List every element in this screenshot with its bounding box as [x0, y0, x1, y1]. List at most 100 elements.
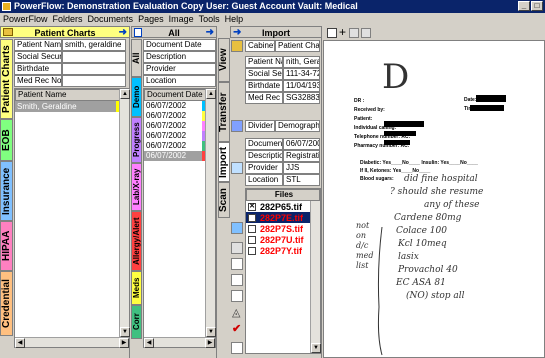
patient-list-scrollbar[interactable]: ▲ ▼: [119, 89, 130, 337]
tab-lab-xray[interactable]: Lab/X-ray: [131, 163, 142, 211]
document-list-scrollbar[interactable]: ▲ ▼: [205, 89, 216, 337]
menu-folders[interactable]: Folders: [53, 13, 83, 26]
patient-name-input[interactable]: smith, geraldine: [62, 39, 126, 51]
provider-field[interactable]: Provider: [143, 63, 216, 75]
scroll-down-icon[interactable]: ▼: [311, 343, 321, 353]
import-patient-name[interactable]: nith, Geraldine: [283, 56, 320, 68]
import-provider[interactable]: JJS: [283, 162, 320, 174]
form-text: DR : Received by: Patient: Individual ca…: [354, 97, 534, 151]
tab-hipaa[interactable]: HIPAA: [0, 221, 13, 271]
refresh-icon[interactable]: [231, 242, 243, 254]
check-icon[interactable]: ✔: [232, 322, 241, 335]
tab-view[interactable]: View: [218, 38, 230, 82]
tab-label: Demo: [132, 85, 141, 109]
file-checkbox[interactable]: [248, 224, 256, 233]
divider-field[interactable]: Demographics: [275, 120, 320, 132]
delete-icon[interactable]: [231, 342, 243, 354]
scroll-right-icon[interactable]: ▶: [119, 338, 129, 348]
tab-label: All: [131, 52, 141, 64]
file-checkbox[interactable]: [248, 213, 256, 222]
list-item[interactable]: 06/07/2002: [144, 101, 206, 111]
file-item[interactable]: ✕ 282P65.tif: [246, 201, 320, 212]
document-date-field[interactable]: Document Date: [143, 39, 216, 51]
list-item-selected[interactable]: 06/07/2002: [144, 151, 206, 161]
med-rec-input[interactable]: [62, 75, 126, 87]
menu-help[interactable]: Help: [225, 13, 244, 26]
tab-patient-charts[interactable]: Patient Charts: [0, 39, 13, 119]
list-item[interactable]: Smith, Geraldine: [15, 101, 120, 112]
page-icon[interactable]: [327, 28, 337, 38]
divider-icon[interactable]: [231, 120, 243, 132]
menu-pages[interactable]: Pages: [138, 13, 164, 26]
file-checkbox[interactable]: ✕: [248, 202, 256, 211]
copy-icon[interactable]: [231, 274, 243, 286]
menu-powerflow[interactable]: PowerFlow: [3, 13, 48, 26]
list-item[interactable]: 06/07/2002: [144, 121, 206, 131]
rotate-icon[interactable]: ◬: [232, 306, 240, 319]
document-list: Document Date 06/07/2002 06/07/2002 06/0…: [143, 88, 216, 348]
import-location[interactable]: STL: [283, 174, 320, 186]
document-icon[interactable]: [231, 162, 243, 174]
scroll-down-icon[interactable]: ▼: [120, 327, 130, 337]
cabinet-icon[interactable]: [231, 40, 243, 52]
tool-icon[interactable]: [361, 28, 371, 38]
location-field[interactable]: Location: [143, 75, 216, 87]
patient-list-hscroll[interactable]: ◀ ▶: [15, 337, 129, 348]
document-list-hscroll[interactable]: ◀ ▶: [144, 337, 215, 348]
add-page-icon[interactable]: +: [339, 26, 346, 38]
image-viewer[interactable]: D DR : Received by: Patient: Individual …: [323, 40, 545, 358]
tab-demo[interactable]: Demo: [131, 77, 142, 117]
files-list-header[interactable]: Files: [246, 189, 320, 201]
tab-corr[interactable]: Corr: [131, 305, 142, 339]
cabinet-field[interactable]: Patient Charts: [275, 40, 320, 52]
minimize-button[interactable]: _: [518, 1, 530, 11]
import-doc-date[interactable]: 06/07/2002: [283, 138, 320, 150]
birthdate-input[interactable]: [62, 63, 126, 75]
list-item[interactable]: 06/07/2002: [144, 131, 206, 141]
maximize-button[interactable]: □: [531, 1, 543, 11]
tab-transfer[interactable]: Transfer: [218, 82, 230, 142]
file-checkbox[interactable]: [248, 246, 256, 255]
list-icon[interactable]: [231, 222, 243, 234]
ssn-input[interactable]: [62, 51, 126, 63]
menu-documents[interactable]: Documents: [88, 13, 134, 26]
document-list-header[interactable]: Document Date: [144, 89, 207, 101]
list-item[interactable]: 06/07/2002: [144, 111, 206, 121]
scroll-up-icon[interactable]: ▲: [206, 89, 216, 99]
import-birthdate[interactable]: 11/04/1936: [283, 80, 320, 92]
file-item[interactable]: 282P7U.tif: [246, 234, 320, 245]
pages-icon[interactable]: [231, 290, 243, 302]
zoom-icon[interactable]: [349, 28, 359, 38]
arrow-right-icon[interactable]: ➜: [233, 27, 241, 39]
import-ssn[interactable]: 111-34-7234: [283, 68, 320, 80]
tab-import[interactable]: Import: [218, 142, 230, 182]
file-item-selected[interactable]: 282P7E.tif: [246, 212, 320, 223]
tab-all[interactable]: All: [131, 39, 142, 77]
file-item[interactable]: 282P7Y.tif: [246, 245, 320, 256]
page-icon[interactable]: [231, 258, 243, 270]
patient-list-header[interactable]: Patient Name: [15, 89, 120, 101]
tab-meds[interactable]: Meds: [131, 271, 142, 305]
tab-progress[interactable]: Progress: [131, 117, 142, 163]
arrow-right-icon[interactable]: ➜: [206, 27, 214, 39]
tab-allergy-alert[interactable]: Allergy/Alert: [131, 211, 142, 271]
tab-insurance[interactable]: Insurance: [0, 161, 13, 221]
arrow-right-icon[interactable]: ➜: [119, 27, 127, 39]
menu-image[interactable]: Image: [169, 13, 194, 26]
tab-eob[interactable]: EOB: [0, 119, 13, 161]
file-item[interactable]: 282P7S.tif: [246, 223, 320, 234]
list-item[interactable]: 06/07/2002: [144, 141, 206, 151]
file-checkbox[interactable]: [248, 235, 256, 244]
menu-tools[interactable]: Tools: [199, 13, 220, 26]
import-description[interactable]: Registration dc: [283, 150, 320, 162]
scroll-left-icon[interactable]: ◀: [144, 338, 154, 348]
scroll-up-icon[interactable]: ▲: [120, 89, 130, 99]
tab-credential[interactable]: Credential: [0, 271, 13, 336]
tab-scan[interactable]: Scan: [218, 182, 230, 218]
import-med-rec[interactable]: SG32883: [283, 92, 320, 104]
description-field[interactable]: Description: [143, 51, 216, 63]
scroll-left-icon[interactable]: ◀: [15, 338, 25, 348]
scroll-right-icon[interactable]: ▶: [205, 338, 215, 348]
files-list-scrollbar[interactable]: ▼: [310, 201, 321, 353]
scroll-down-icon[interactable]: ▼: [206, 327, 216, 337]
